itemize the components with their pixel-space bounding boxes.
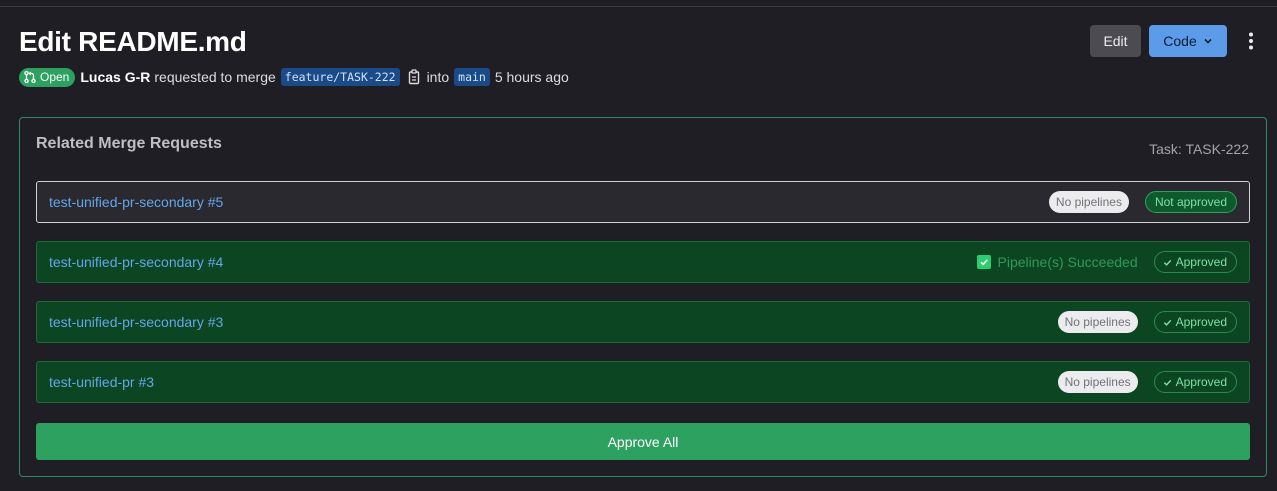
page-title: Edit README.md xyxy=(19,26,247,57)
pipeline-badge: No pipelines xyxy=(1057,311,1138,333)
related-merge-requests-panel: Related Merge Requests Task: TASK-222 te… xyxy=(19,117,1267,477)
edit-button[interactable]: Edit xyxy=(1090,25,1141,57)
checkbox-check-icon xyxy=(976,255,991,269)
approval-badge: Approved xyxy=(1153,251,1237,273)
action-text: requested to merge xyxy=(154,69,276,85)
mr-link[interactable]: test-unified-pr-secondary #5 xyxy=(49,194,1049,210)
author-link[interactable]: Lucas G-R xyxy=(80,69,150,85)
check-icon xyxy=(1163,258,1172,267)
mr-link[interactable]: test-unified-pr #3 xyxy=(49,374,1058,390)
more-actions-button[interactable] xyxy=(1241,30,1261,52)
pipeline-badge: No pipelines xyxy=(1057,371,1138,393)
approval-badge: Approved xyxy=(1153,311,1237,333)
mr-row: test-unified-pr-secondary #4 Pipeline(s)… xyxy=(36,241,1250,283)
pipeline-status-label: Pipeline(s) Succeeded xyxy=(997,254,1138,270)
approval-badge: Not approved xyxy=(1144,191,1237,213)
time-ago: 5 hours ago xyxy=(494,69,569,85)
approval-badge: Approved xyxy=(1153,371,1237,393)
target-branch[interactable]: main xyxy=(454,68,490,86)
merge-request-meta: Open Lucas G-R requested to merge featur… xyxy=(19,67,569,87)
into-text: into xyxy=(426,69,450,85)
top-divider xyxy=(0,6,1277,7)
chevron-down-icon xyxy=(1203,36,1213,46)
approval-label: Approved xyxy=(1175,315,1227,329)
pipeline-badge: No pipelines xyxy=(1048,191,1129,213)
check-icon xyxy=(1163,378,1172,387)
approval-label: Approved xyxy=(1175,255,1227,269)
mr-row: test-unified-pr-secondary #5 No pipeline… xyxy=(36,181,1250,223)
approval-label: Approved xyxy=(1175,375,1227,389)
code-dropdown-button[interactable]: Code xyxy=(1149,25,1227,57)
status-badge: Open xyxy=(19,67,76,87)
panel-title: Related Merge Requests xyxy=(36,135,222,152)
pipeline-status: Pipeline(s) Succeeded xyxy=(976,254,1138,270)
mr-link[interactable]: test-unified-pr-secondary #3 xyxy=(49,314,1058,330)
kebab-menu-icon xyxy=(1249,32,1253,50)
code-button-label: Code xyxy=(1163,33,1197,49)
mr-row: test-unified-pr-secondary #3 No pipeline… xyxy=(36,301,1250,343)
approve-all-button[interactable]: Approve All xyxy=(36,423,1250,460)
check-icon xyxy=(1163,318,1172,327)
source-branch[interactable]: feature/TASK-222 xyxy=(280,68,400,86)
task-label: Task: TASK-222 xyxy=(1149,141,1249,157)
status-label: Open xyxy=(40,70,70,84)
copy-icon[interactable] xyxy=(408,69,422,85)
mr-row: test-unified-pr #3 No pipelines Approved xyxy=(36,361,1250,403)
merge-request-icon xyxy=(23,70,37,84)
mr-link[interactable]: test-unified-pr-secondary #4 xyxy=(49,254,977,270)
